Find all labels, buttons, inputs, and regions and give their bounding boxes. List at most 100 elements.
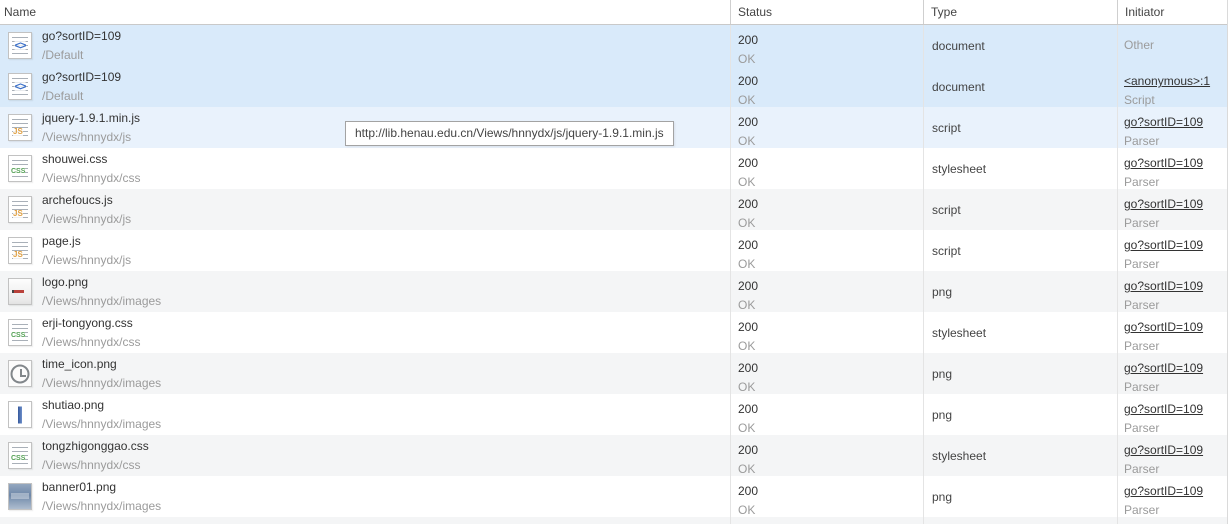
network-request-row[interactable]: erji-tongyong.css /Views/hnnydx/css 200 … xyxy=(0,312,1227,353)
request-path: /Views/hnnydx/js xyxy=(42,212,132,226)
status-code: 200 xyxy=(738,484,759,498)
initiator-source[interactable]: go?sortID=109 xyxy=(1124,277,1203,296)
column-header-type[interactable]: Type xyxy=(923,0,1117,24)
status-text: OK xyxy=(738,462,756,476)
initiator-kind: Parser xyxy=(1124,503,1160,517)
url-tooltip: http://lib.henau.edu.cn/Views/hnnydx/js/… xyxy=(345,121,674,146)
status-text: OK xyxy=(738,421,756,435)
request-name: shutiao.png xyxy=(42,398,105,412)
network-request-row[interactable]: page.js /Views/hnnydx/js 200 OK script g… xyxy=(0,230,1227,271)
image-preview-icon xyxy=(8,483,32,510)
request-path: /Views/hnnydx/images xyxy=(42,376,162,390)
request-type: script xyxy=(932,243,961,258)
network-request-row[interactable]: logo.png /Views/hnnydx/images 200 OK png… xyxy=(0,271,1227,312)
status-code: 200 xyxy=(738,33,759,47)
request-type: stylesheet xyxy=(932,161,987,176)
request-type: script xyxy=(932,120,961,135)
status-text: OK xyxy=(738,339,756,353)
status-text: OK xyxy=(738,257,756,271)
network-request-row[interactable]: shutiao.png /Views/hnnydx/images 200 OK … xyxy=(0,394,1227,435)
request-path: /Views/hnnydx/images xyxy=(42,499,162,513)
request-name: shouwei.css xyxy=(42,152,108,166)
initiator-kind: Parser xyxy=(1124,462,1160,476)
status-text: OK xyxy=(738,380,756,394)
initiator-source[interactable]: go?sortID=109 xyxy=(1124,318,1203,337)
initiator-source[interactable]: go?sortID=109 xyxy=(1124,113,1203,132)
status-text: OK xyxy=(738,134,756,148)
document-icon xyxy=(8,73,32,100)
request-name: jquery-1.9.1.min.js xyxy=(42,111,141,125)
network-table-header: Name Status Type Initiator xyxy=(0,0,1227,25)
request-type: stylesheet xyxy=(932,325,987,340)
status-text: OK xyxy=(738,52,756,66)
status-code: 200 xyxy=(738,443,759,457)
request-name: go?sortID=109 xyxy=(42,29,122,43)
column-header-initiator[interactable]: Initiator xyxy=(1117,0,1227,24)
status-text: OK xyxy=(738,503,756,517)
network-request-row[interactable]: go?sortID=109 /Default 200 OK document O… xyxy=(0,25,1227,66)
js-file-icon xyxy=(8,114,32,141)
request-path: /Default xyxy=(42,89,84,103)
network-request-row[interactable]: tongzhigonggao.css /Views/hnnydx/css 200… xyxy=(0,435,1227,476)
request-path: /Views/hnnydx/images xyxy=(42,294,162,308)
request-type: png xyxy=(932,489,953,504)
status-text: OK xyxy=(738,298,756,312)
request-type: png xyxy=(932,284,953,299)
status-code: 200 xyxy=(738,361,759,375)
initiator-kind: Parser xyxy=(1124,257,1160,271)
column-header-name[interactable]: Name xyxy=(0,0,730,24)
network-panel: Name Status Type Initiator go?sortID=109… xyxy=(0,0,1232,524)
network-request-row[interactable]: banner01.png /Views/hnnydx/images 200 OK… xyxy=(0,476,1227,517)
initiator-source[interactable]: <anonymous>:1 xyxy=(1124,72,1210,91)
status-code: 200 xyxy=(738,320,759,334)
css-file-icon xyxy=(8,319,32,346)
network-table-body: go?sortID=109 /Default 200 OK document O… xyxy=(0,25,1227,517)
request-type: stylesheet xyxy=(932,448,987,463)
network-request-row[interactable]: shouwei.css /Views/hnnydx/css 200 OK sty… xyxy=(0,148,1227,189)
request-type: script xyxy=(932,202,961,217)
network-request-row[interactable]: time_icon.png /Views/hnnydx/images 200 O… xyxy=(0,353,1227,394)
request-name: page.js xyxy=(42,234,81,248)
css-file-icon xyxy=(8,155,32,182)
status-text: OK xyxy=(738,93,756,107)
request-path: /Default xyxy=(42,48,84,62)
request-name: go?sortID=109 xyxy=(42,70,122,84)
network-request-row[interactable]: archefoucs.js /Views/hnnydx/js 200 OK sc… xyxy=(0,189,1227,230)
status-code: 200 xyxy=(738,279,759,293)
status-code: 200 xyxy=(738,238,759,252)
request-path: /Views/hnnydx/js xyxy=(42,130,132,144)
initiator-source: Other xyxy=(1124,38,1155,52)
request-path: /Views/hnnydx/css xyxy=(42,335,141,349)
initiator-kind: Script xyxy=(1124,93,1155,107)
status-code: 200 xyxy=(738,156,759,170)
network-request-row[interactable]: go?sortID=109 /Default 200 OK document <… xyxy=(0,66,1227,107)
request-name: tongzhigonggao.css xyxy=(42,439,149,453)
status-code: 200 xyxy=(738,402,759,416)
request-type: png xyxy=(932,366,953,381)
initiator-kind: Parser xyxy=(1124,134,1160,148)
request-type: document xyxy=(932,79,985,94)
initiator-source[interactable]: go?sortID=109 xyxy=(1124,154,1203,173)
initiator-kind: Parser xyxy=(1124,216,1160,230)
initiator-kind: Parser xyxy=(1124,380,1160,394)
initiator-source[interactable]: go?sortID=109 xyxy=(1124,359,1203,378)
status-code: 200 xyxy=(738,74,759,88)
request-type: document xyxy=(932,38,985,53)
request-type: png xyxy=(932,407,953,422)
initiator-source[interactable]: go?sortID=109 xyxy=(1124,482,1203,501)
initiator-source[interactable]: go?sortID=109 xyxy=(1124,236,1203,255)
image-preview-icon xyxy=(8,360,32,387)
request-path: /Views/hnnydx/js xyxy=(42,253,132,267)
request-name: archefoucs.js xyxy=(42,193,113,207)
status-code: 200 xyxy=(738,115,759,129)
initiator-source[interactable]: go?sortID=109 xyxy=(1124,195,1203,214)
initiator-kind: Parser xyxy=(1124,298,1160,312)
table-right-divider xyxy=(1227,0,1228,524)
status-text: OK xyxy=(738,216,756,230)
initiator-source[interactable]: go?sortID=109 xyxy=(1124,400,1203,419)
image-preview-icon xyxy=(8,278,32,305)
column-header-status[interactable]: Status xyxy=(730,0,923,24)
initiator-source[interactable]: go?sortID=109 xyxy=(1124,441,1203,460)
initiator-kind: Parser xyxy=(1124,421,1160,435)
request-name: banner01.png xyxy=(42,480,117,494)
